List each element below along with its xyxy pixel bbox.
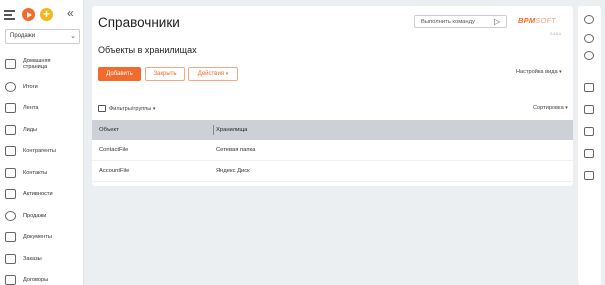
sidebar-item-label: Активности xyxy=(23,191,53,197)
brand-logo: BPMSOFT xyxy=(518,16,556,25)
sidebar-item-feed[interactable]: Лента xyxy=(0,98,84,120)
sidebar-item-activities[interactable]: Активности xyxy=(0,184,84,206)
caret-down-icon: ▾ xyxy=(152,105,156,112)
play-icon[interactable] xyxy=(22,8,35,21)
sidebar-item-label: Заказы xyxy=(23,255,42,262)
chat-icon[interactable] xyxy=(584,127,594,136)
sidebar-item-label: Лиды xyxy=(23,126,38,133)
sidebar-item-label: Документы xyxy=(23,234,52,240)
sidebar-item-label: Домашняя страница xyxy=(23,57,51,71)
cart-icon xyxy=(5,253,16,264)
section-title: Объекты в хранилищах xyxy=(98,45,197,55)
actions-button-label: Действия xyxy=(197,71,225,77)
bell-icon[interactable] xyxy=(584,149,594,158)
contracts-icon xyxy=(5,275,16,285)
flag-icon xyxy=(5,189,16,200)
table-row[interactable]: AccountFile Яндекс Диск xyxy=(92,162,573,182)
home-icon xyxy=(5,59,16,69)
sidebar-item-home[interactable]: Домашняя страница xyxy=(0,52,84,76)
caret-down-icon: ▾ xyxy=(225,71,229,77)
close-button[interactable]: Закрыть xyxy=(145,67,185,81)
main-panel: Справочники Выполнить команду ▷ BPMSOFT … xyxy=(92,6,573,186)
accounts-icon xyxy=(5,146,16,157)
column-divider[interactable] xyxy=(213,125,214,135)
workspace-select[interactable]: Продажи ⌄ xyxy=(5,29,80,44)
collapse-sidebar-icon[interactable]: « xyxy=(67,6,74,20)
cell-object: ContactFile xyxy=(99,147,129,153)
call-icon[interactable] xyxy=(584,105,594,114)
sidebar-item-accounts[interactable]: Контрагенты xyxy=(0,141,84,163)
sidebar-item-label: Итоги xyxy=(23,83,38,90)
cell-storage: Сетевая папка xyxy=(216,147,256,153)
cell-storage: Яндекс Диск xyxy=(216,168,250,174)
sidebar-item-orders[interactable]: Заказы xyxy=(0,248,84,270)
table-header: Объект Хранилища xyxy=(92,120,573,140)
sort-button[interactable]: Сортировка ▾ xyxy=(533,105,568,111)
page-title: Справочники xyxy=(98,15,180,30)
sidebar-item-opportunities[interactable]: Продажи xyxy=(0,205,84,227)
menu-icon[interactable] xyxy=(4,10,15,20)
chevron-down-icon: ⌄ xyxy=(70,33,76,40)
add-button[interactable]: Добавить xyxy=(98,67,141,81)
sidebar-nav: Домашняя страница Итоги Лента Лиды Контр… xyxy=(0,52,84,285)
sidebar-top-bar: + « xyxy=(0,6,84,24)
sidebar-item-label: Контакты xyxy=(23,169,48,176)
filters-label: Фильтры/группы xyxy=(109,105,152,112)
column-header-storage[interactable]: Хранилища xyxy=(216,127,247,133)
view-settings-label: Настройка вида xyxy=(516,69,558,75)
run-command-icon[interactable]: ▷ xyxy=(494,17,500,26)
help-icon[interactable] xyxy=(584,51,594,60)
filter-icon xyxy=(98,105,106,112)
sidebar-item-label: Договоры xyxy=(23,277,49,283)
documents-icon xyxy=(5,232,16,243)
dashboard-icon xyxy=(5,81,16,92)
leads-icon xyxy=(5,124,16,135)
view-settings-button[interactable]: Настройка вида ▾ xyxy=(516,69,562,75)
gear-icon[interactable] xyxy=(584,34,594,43)
version-label: 2.4.6.4 xyxy=(550,32,561,36)
sidebar-item-label: Лента xyxy=(23,105,39,111)
caret-down-icon: ▾ xyxy=(559,69,562,75)
sort-label: Сортировка xyxy=(533,105,564,111)
right-toolbar xyxy=(578,6,601,285)
sidebar-item-label: Контрагенты xyxy=(23,148,56,154)
sidebar-item-leads[interactable]: Лиды xyxy=(0,119,84,141)
sidebar-item-label: Продажи xyxy=(23,212,47,219)
add-icon[interactable]: + xyxy=(40,8,53,21)
caret-down-icon: ▾ xyxy=(565,105,568,111)
logo-main-text: BPM xyxy=(518,16,536,25)
filters-button[interactable]: Фильтры/группы ▾ xyxy=(98,105,155,112)
feed-icon xyxy=(5,103,16,114)
contacts-icon xyxy=(5,167,16,178)
cell-object: AccountFile xyxy=(99,168,130,174)
sidebar-item-documents[interactable]: Документы xyxy=(0,227,84,249)
sidebar-item-dashboards[interactable]: Итоги xyxy=(0,76,84,98)
opportunities-icon xyxy=(5,210,16,221)
profile-icon[interactable] xyxy=(584,15,594,24)
column-header-object[interactable]: Объект xyxy=(99,127,119,133)
actions-button[interactable]: Действия ▾ xyxy=(188,67,238,81)
logo-soft-text: SOFT xyxy=(535,16,557,25)
sidebar-item-contracts[interactable]: Договоры xyxy=(0,270,84,285)
table-row[interactable]: ContactFile Сетевая папка xyxy=(92,141,573,161)
left-sidebar: + « Продажи ⌄ Домашняя страница Итоги Ле… xyxy=(0,0,84,285)
tasks-icon[interactable] xyxy=(584,171,594,180)
workspace-select-value: Продажи xyxy=(10,33,36,39)
email-icon[interactable] xyxy=(584,83,594,92)
sidebar-item-contacts[interactable]: Контакты xyxy=(0,162,84,184)
